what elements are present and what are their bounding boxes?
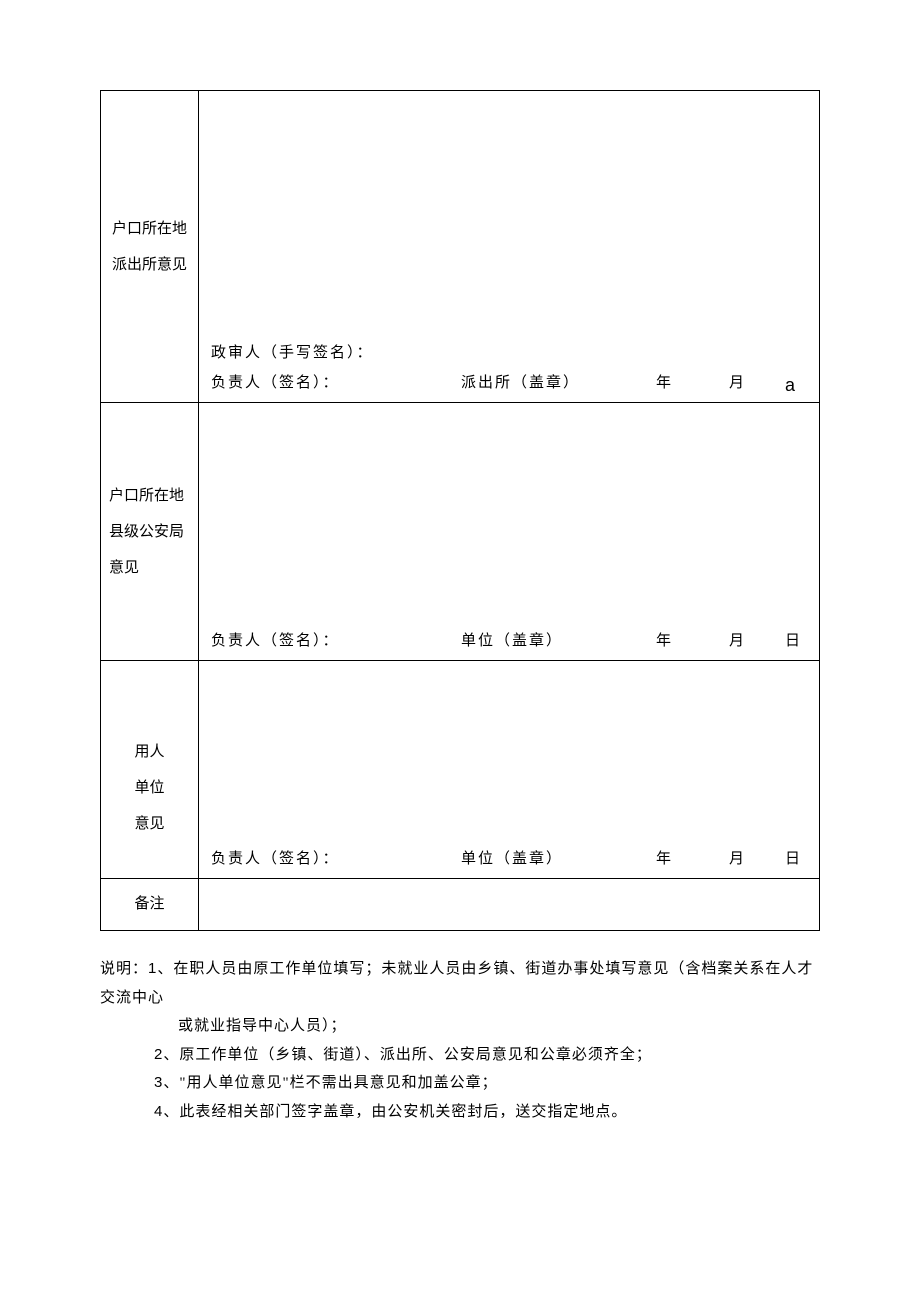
seal-label: 单位（盖章） — [461, 849, 563, 870]
label-text: 用人 单位 意见 — [134, 744, 164, 832]
signer-label: 负责人（签名）： — [211, 375, 340, 391]
row-label: 户口所在地派出所意见 — [101, 91, 199, 403]
opinion-table: 户口所在地派出所意见 政审人（手写签名）： 负责人（签名）： 派出所（盖章） 年… — [100, 90, 820, 931]
day-label: 日 — [785, 849, 802, 870]
note-number: 2 — [154, 1046, 163, 1063]
signer-label: 负责人（签名）： — [211, 851, 340, 867]
year-label: 年 — [656, 849, 673, 870]
row-remarks: 备注 — [101, 879, 820, 931]
notes-section: 说明：1、在职人员由原工作单位填写；未就业人员由乡镇、街道办事处填写意见（含档案… — [100, 955, 820, 1126]
note-text: 、在职人员由原工作单位填写；未就业人员由乡镇、街道办事处填写意见（含档案关系在人… — [100, 961, 813, 1006]
day-label: a — [785, 373, 797, 398]
seal-label: 派出所（盖章） — [461, 373, 580, 394]
row-label: 用人 单位 意见 — [101, 661, 199, 879]
label-text: 备注 — [134, 896, 164, 912]
note-text: 或就业指导中心人员）； — [178, 1018, 347, 1034]
note-text: 、"用人单位意见"栏不需出具意见和加盖公章； — [163, 1075, 497, 1091]
note-text: 、原工作单位（乡镇、街道）、派出所、公安局意见和公章必须齐全； — [163, 1047, 652, 1063]
notes-lead: 说明： — [100, 961, 148, 977]
note-line-1a: 说明：1、在职人员由原工作单位填写；未就业人员由乡镇、街道办事处填写意见（含档案… — [100, 955, 820, 1012]
year-label: 年 — [656, 631, 673, 652]
seal-label: 单位（盖章） — [461, 631, 563, 652]
row-label: 户口所在地县级公安局意见 — [101, 403, 199, 661]
note-line-4: 4、此表经相关部门签字盖章，由公安机关密封后，送交指定地点。 — [100, 1098, 820, 1127]
row-county-bureau: 户口所在地县级公安局意见 负责人（签名）： 单位（盖章） 年 月 日 — [101, 403, 820, 661]
month-label: 月 — [729, 373, 746, 394]
note-line-3: 3、"用人单位意见"栏不需出具意见和加盖公章； — [100, 1069, 820, 1098]
row-content: 政审人（手写签名）： 负责人（签名）： 派出所（盖章） 年 月 a — [199, 91, 820, 403]
note-line-1b: 或就业指导中心人员）； — [100, 1012, 820, 1041]
note-line-2: 2、原工作单位（乡镇、街道）、派出所、公安局意见和公章必须齐全； — [100, 1041, 820, 1070]
row-content: 负责人（签名）： 单位（盖章） 年 月 日 — [199, 403, 820, 661]
signature-line: 负责人（签名）： 单位（盖章） 年 月 日 — [211, 631, 807, 652]
row-police-station: 户口所在地派出所意见 政审人（手写签名）： 负责人（签名）： 派出所（盖章） 年… — [101, 91, 820, 403]
row-label: 备注 — [101, 879, 199, 931]
label-text: 户口所在地派出所意见 — [112, 221, 187, 273]
label-text: 户口所在地县级公安局意见 — [109, 488, 184, 576]
note-number: 4 — [154, 1103, 163, 1120]
signature-line: 负责人（签名）： 派出所（盖章） 年 月 a — [211, 373, 807, 394]
note-text: 、此表经相关部门签字盖章，由公安机关密封后，送交指定地点。 — [163, 1104, 627, 1120]
signature-line-extra: 政审人（手写签名）： — [211, 343, 807, 364]
month-label: 月 — [729, 849, 746, 870]
signature-line: 负责人（签名）： 单位（盖章） 年 月 日 — [211, 849, 807, 870]
note-number: 3 — [154, 1074, 163, 1091]
year-label: 年 — [656, 373, 673, 394]
signer-label: 负责人（签名）： — [211, 633, 340, 649]
row-content: 负责人（签名）： 单位（盖章） 年 月 日 — [199, 661, 820, 879]
page-container: 户口所在地派出所意见 政审人（手写签名）： 负责人（签名）： 派出所（盖章） 年… — [0, 0, 920, 1166]
month-label: 月 — [729, 631, 746, 652]
row-content — [199, 879, 820, 931]
day-label: 日 — [785, 631, 802, 652]
row-employer: 用人 单位 意见 负责人（签名）： 单位（盖章） 年 月 日 — [101, 661, 820, 879]
note-number: 1 — [148, 960, 157, 977]
extra-signer-label: 政审人（手写签名）： — [211, 345, 374, 361]
